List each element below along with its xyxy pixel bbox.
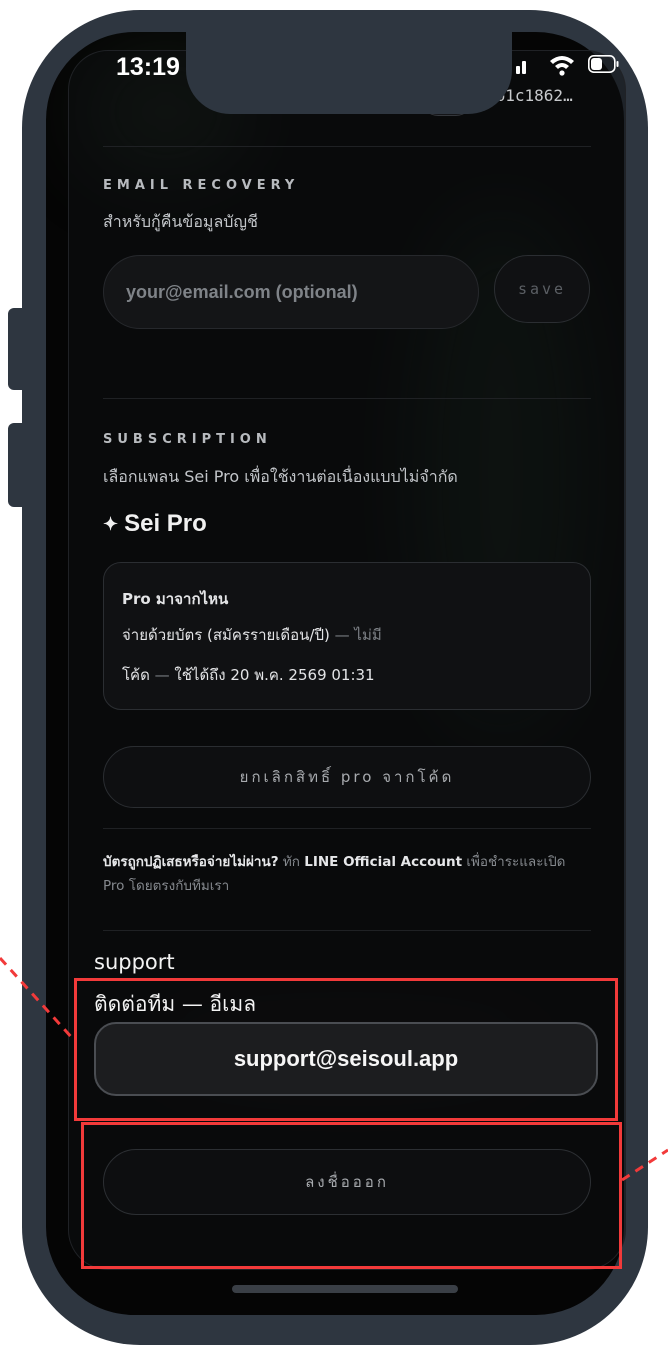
home-indicator[interactable] (232, 1285, 458, 1293)
status-time: 13:19 (116, 53, 180, 81)
logout-callout-line (621, 1148, 668, 1182)
camera-notch (186, 10, 512, 114)
signal-icon (516, 61, 526, 74)
status-icons (516, 55, 619, 76)
annotation-overlay (0, 956, 668, 1182)
support-callout-line (0, 956, 76, 1042)
wifi-icon (550, 56, 574, 76)
battery-icon (588, 55, 619, 73)
